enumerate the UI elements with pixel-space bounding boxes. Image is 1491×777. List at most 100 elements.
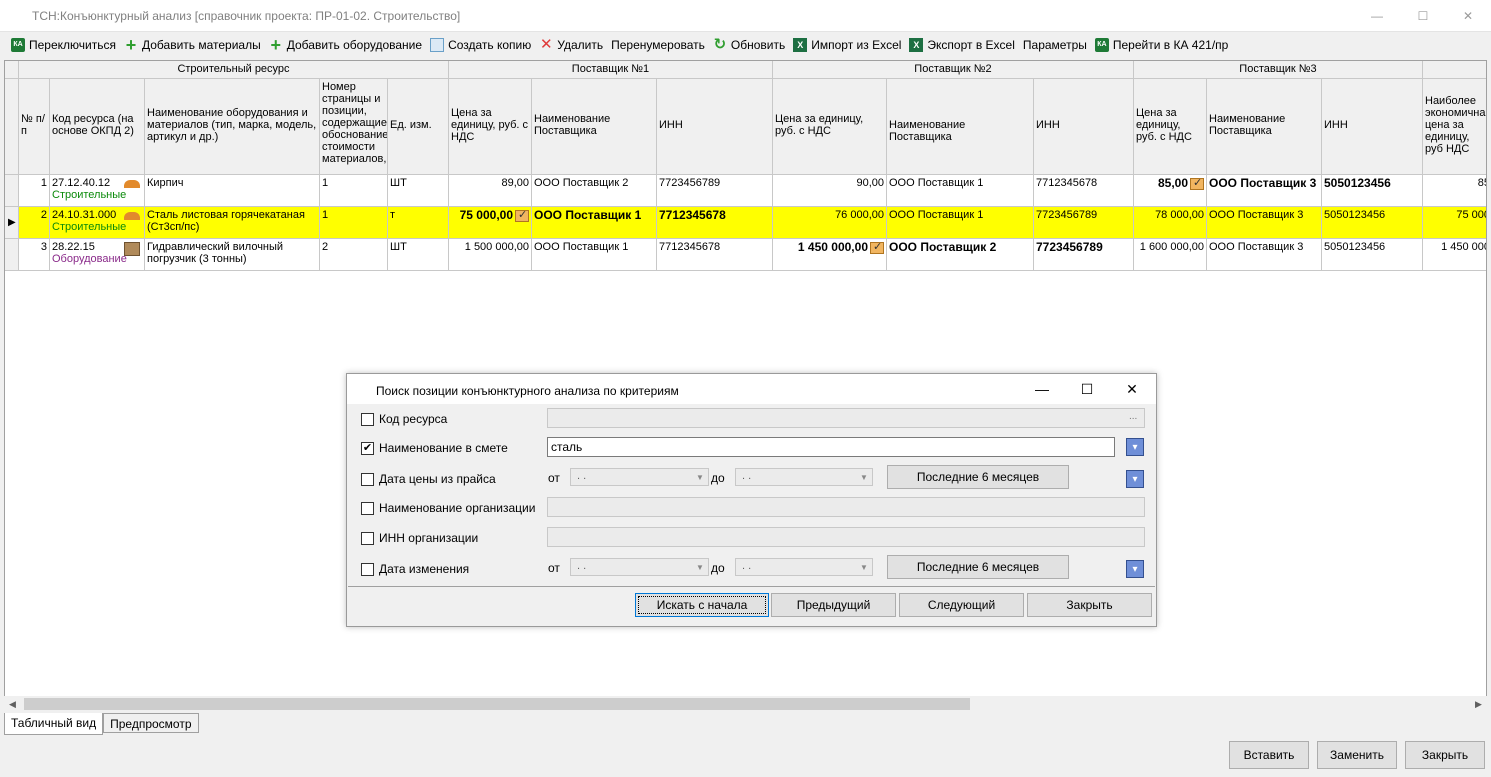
col-header-sname1[interactable]: Наименование Поставщика [532, 79, 657, 175]
cell-name[interactable]: Гидравлический вилочный погрузчик (3 тон… [145, 239, 320, 271]
search-start-button[interactable]: Искать с начала [635, 593, 769, 617]
cell-inn3[interactable]: 5050123456 [1322, 175, 1423, 207]
code-browse-button[interactable]: ... [1129, 411, 1137, 422]
tab-table-view[interactable]: Табличный вид [4, 713, 104, 735]
change-date-from-select[interactable]: . . ▼ [570, 558, 709, 576]
org-inn-checkbox[interactable] [361, 531, 374, 545]
filter-icon[interactable]: ▾ [1126, 438, 1144, 456]
scroll-right-icon[interactable]: ▶ [1470, 696, 1487, 712]
export-excel-button[interactable]: X Экспорт в Excel [906, 34, 1019, 56]
import-excel-button[interactable]: X Импорт из Excel [790, 34, 906, 56]
cell-inn2[interactable]: 7723456789 [1034, 207, 1134, 239]
cell-sname2[interactable]: ООО Поставщик 1 [887, 207, 1034, 239]
col-header-unit[interactable]: Ед. изм. [388, 79, 449, 175]
cell-price3[interactable]: 85,00 [1134, 175, 1207, 207]
add-equipment-button[interactable]: + Добавить оборудование [266, 34, 427, 56]
col-header-price2[interactable]: Цена за единицу, руб. с НДС [773, 79, 887, 175]
change-date-last6-button[interactable]: Последние 6 месяцев [887, 555, 1069, 579]
code-checkbox[interactable] [361, 412, 374, 426]
dialog-maximize-icon[interactable]: ☐ [1065, 378, 1109, 400]
cell-sname2[interactable]: ООО Поставщик 2 [887, 239, 1034, 271]
name-checkbox[interactable]: ✔ [361, 441, 374, 455]
cell-name[interactable]: Кирпич [145, 175, 320, 207]
parameters-button[interactable]: Параметры [1020, 34, 1092, 56]
create-copy-button[interactable]: Создать копию [427, 34, 536, 56]
col-header-code[interactable]: Код ресурса (на основе ОКПД 2) [50, 79, 145, 175]
row-indicator[interactable] [5, 175, 19, 207]
cell-num[interactable]: 2 [19, 207, 50, 239]
cell-inn1[interactable]: 7723456789 [657, 175, 773, 207]
cell-page[interactable]: 2 [320, 239, 388, 271]
col-header-inn2[interactable]: ИНН [1034, 79, 1134, 175]
replace-button[interactable]: Заменить [1317, 741, 1397, 769]
name-input[interactable]: сталь [547, 437, 1115, 457]
cell-code[interactable]: 24.10.31.000 Строительные [50, 207, 145, 239]
cell-name[interactable]: Сталь листовая горячекатаная (Ст3сп/пс) [145, 207, 320, 239]
col-header-price1[interactable]: Цена за единицу, руб. с НДС [449, 79, 532, 175]
cell-best[interactable]: 75 000 [1423, 207, 1486, 239]
cell-price3[interactable]: 78 000,00 [1134, 207, 1207, 239]
change-date-to-select[interactable]: . . ▼ [735, 558, 873, 576]
scroll-left-icon[interactable]: ◀ [4, 696, 21, 712]
row-indicator[interactable] [5, 239, 19, 271]
add-materials-button[interactable]: + Добавить материалы [121, 34, 266, 56]
col-header-inn3[interactable]: ИНН [1322, 79, 1423, 175]
cell-price2[interactable]: 1 450 000,00 [773, 239, 887, 271]
tab-preview[interactable]: Предпросмотр [103, 713, 199, 733]
cell-inn1[interactable]: 7712345678 [657, 207, 773, 239]
price-date-from-select[interactable]: . . ▼ [570, 468, 709, 486]
cell-num[interactable]: 3 [19, 239, 50, 271]
cell-sname2[interactable]: ООО Поставщик 1 [887, 175, 1034, 207]
filter-icon[interactable]: ▾ [1126, 470, 1144, 488]
cell-unit[interactable]: т [388, 207, 449, 239]
goto-ka-button[interactable]: КА Перейти в КА 421/пр [1092, 34, 1233, 56]
col-header-num[interactable]: № п/п [19, 79, 50, 175]
price-date-to-select[interactable]: . . ▼ [735, 468, 873, 486]
cell-sname3[interactable]: ООО Поставщик 3 [1207, 207, 1322, 239]
cell-price1[interactable]: 89,00 [449, 175, 532, 207]
switch-button[interactable]: КА Переключиться [8, 34, 121, 56]
minimize-icon[interactable]: — [1354, 0, 1400, 32]
close-icon[interactable]: ✕ [1445, 0, 1491, 32]
scroll-thumb[interactable] [24, 698, 970, 710]
maximize-icon[interactable]: ☐ [1400, 0, 1446, 32]
price-date-last6-button[interactable]: Последние 6 месяцев [887, 465, 1069, 489]
cell-inn2[interactable]: 7723456789 [1034, 239, 1134, 271]
col-header-price3[interactable]: Цена за единицу, руб. с НДС [1134, 79, 1207, 175]
cell-inn2[interactable]: 7712345678 [1034, 175, 1134, 207]
cell-inn1[interactable]: 7712345678 [657, 239, 773, 271]
next-button[interactable]: Следующий [899, 593, 1024, 617]
change-date-checkbox[interactable] [361, 562, 374, 576]
price-date-checkbox[interactable] [361, 472, 374, 486]
col-header-sname2[interactable]: Наименование Поставщика [887, 79, 1034, 175]
dialog-close-button[interactable]: Закрыть [1027, 593, 1152, 617]
cell-inn3[interactable]: 5050123456 [1322, 239, 1423, 271]
dialog-close-icon[interactable]: ✕ [1110, 378, 1154, 400]
cell-best[interactable]: 1 450 000 [1423, 239, 1486, 271]
row-indicator[interactable]: ▶ [5, 207, 19, 239]
cell-page[interactable]: 1 [320, 207, 388, 239]
cell-code[interactable]: 27.12.40.12 Строительные [50, 175, 145, 207]
cell-price1[interactable]: 75 000,00 [449, 207, 532, 239]
org-name-checkbox[interactable] [361, 501, 374, 515]
close-button[interactable]: Закрыть [1405, 741, 1485, 769]
cell-best[interactable]: 85 [1423, 175, 1486, 207]
cell-unit[interactable]: ШТ [388, 239, 449, 271]
cell-sname1[interactable]: ООО Поставщик 1 [532, 239, 657, 271]
col-header-sname3[interactable]: Наименование Поставщика [1207, 79, 1322, 175]
col-header-page[interactable]: Номер страницы и позиции, содержащие обо… [320, 79, 388, 175]
previous-button[interactable]: Предыдущий [771, 593, 896, 617]
horizontal-scrollbar[interactable]: ◀ ▶ [4, 696, 1487, 712]
cell-price1[interactable]: 1 500 000,00 [449, 239, 532, 271]
cell-price2[interactable]: 90,00 [773, 175, 887, 207]
insert-button[interactable]: Вставить [1229, 741, 1309, 769]
cell-sname1[interactable]: ООО Поставщик 2 [532, 175, 657, 207]
col-header-name[interactable]: Наименование оборудования и материалов (… [145, 79, 320, 175]
cell-price2[interactable]: 76 000,00 [773, 207, 887, 239]
cell-page[interactable]: 1 [320, 175, 388, 207]
delete-button[interactable]: ✕ Удалить [536, 34, 608, 56]
refresh-button[interactable]: ↻ Обновить [710, 34, 790, 56]
col-header-inn1[interactable]: ИНН [657, 79, 773, 175]
cell-code[interactable]: 28.22.15 Оборудование [50, 239, 145, 271]
filter-icon[interactable]: ▾ [1126, 560, 1144, 578]
